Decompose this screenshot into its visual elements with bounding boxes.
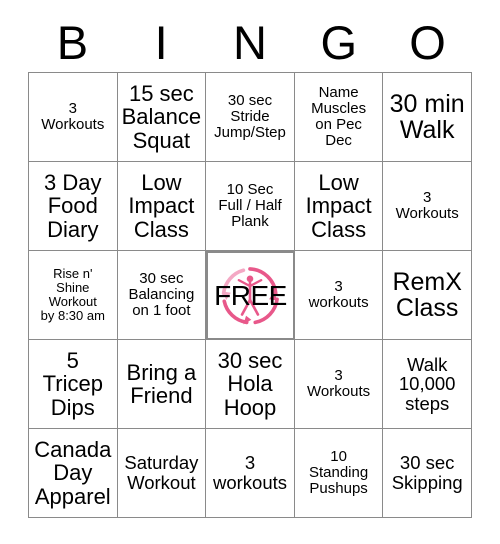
- bingo-cell-text: Canada Day Apparel: [34, 437, 112, 509]
- bingo-cell-r3c1[interactable]: Rise n' Shine Workout by 8:30 am: [29, 251, 118, 340]
- bingo-cell-text: 10 Standing Pushups: [308, 448, 369, 497]
- bingo-cell-r4c2[interactable]: Bring a Friend: [117, 340, 207, 429]
- bingo-cell-text: Name Muscles on Pec Dec: [311, 84, 367, 149]
- bingo-cell-r1c2[interactable]: 15 sec Balance Squat: [117, 73, 207, 162]
- bingo-cell-text: 5 Tricep Dips: [42, 348, 103, 420]
- bingo-free-cell[interactable]: FREE: [206, 251, 295, 340]
- bingo-cell-text: Low Impact Class: [305, 170, 372, 242]
- bingo-cell-text: 30 sec Stride Jump/Step: [214, 92, 286, 141]
- bingo-cell-r4c5[interactable]: Walk 10,000 steps: [383, 340, 472, 429]
- bingo-cell-text: RemX Class: [392, 267, 462, 322]
- bingo-cell-r2c4[interactable]: Low Impact Class: [294, 162, 384, 251]
- bingo-card: B I N G O 3 Workouts 15 sec Balance Squat…: [0, 0, 500, 544]
- bingo-cell-r4c3[interactable]: 30 sec Hola Hoop: [206, 340, 295, 429]
- bingo-cell-r5c5[interactable]: 30 sec Skipping: [383, 429, 472, 518]
- bingo-cell-text: 3 Workouts: [395, 189, 459, 222]
- bingo-cell-r5c4[interactable]: 10 Standing Pushups: [294, 429, 384, 518]
- bingo-cell-r1c1[interactable]: 3 Workouts: [29, 73, 118, 162]
- bingo-header-letter-b: B: [56, 15, 89, 69]
- bingo-cell-text: 3 workouts: [212, 452, 287, 493]
- bingo-cell-r4c1[interactable]: 5 Tricep Dips: [29, 340, 118, 429]
- bingo-grid: 3 Workouts 15 sec Balance Squat 30 sec Str…: [28, 72, 472, 518]
- bingo-cell-r5c1[interactable]: Canada Day Apparel: [29, 429, 118, 518]
- bingo-cell-text: 3 Workouts: [307, 367, 371, 400]
- bingo-cell-text: Low Impact Class: [128, 170, 195, 242]
- bingo-cell-r2c2[interactable]: Low Impact Class: [117, 162, 207, 251]
- bingo-cell-text: 30 sec Balancing on 1 foot: [128, 270, 195, 319]
- bingo-cell-r3c5[interactable]: RemX Class: [383, 251, 472, 340]
- bingo-cell-r2c3[interactable]: 10 Sec Full / Half Plank: [206, 162, 295, 251]
- bingo-cell-r3c4[interactable]: 3 workouts: [294, 251, 384, 340]
- bingo-cell-text: Saturday Workout: [124, 452, 199, 493]
- bingo-cell-text: 15 sec Balance Squat: [121, 81, 202, 153]
- bingo-cell-text: 30 sec Skipping: [391, 452, 463, 493]
- bingo-cell-r3c2[interactable]: 30 sec Balancing on 1 foot: [117, 251, 207, 340]
- bingo-cell-text: Rise n' Shine Workout by 8:30 am: [40, 266, 105, 323]
- bingo-cell-r4c4[interactable]: 3 Workouts: [294, 340, 384, 429]
- bingo-cell-text: 3 Day Food Diary: [44, 170, 102, 242]
- bingo-cell-r1c5[interactable]: 30 min Walk: [383, 73, 472, 162]
- bingo-cell-r1c4[interactable]: Name Muscles on Pec Dec: [294, 73, 384, 162]
- bingo-header-letter-g: G: [320, 15, 358, 69]
- bingo-cell-text: Bring a Friend: [126, 359, 197, 408]
- bingo-cell-text: 30 min Walk: [389, 89, 465, 144]
- bingo-header-letter-i: I: [154, 15, 168, 69]
- bingo-cell-text: 10 Sec Full / Half Plank: [218, 181, 282, 230]
- bingo-cell-r1c3[interactable]: 30 sec Stride Jump/Step: [206, 73, 295, 162]
- bingo-cell-r5c3[interactable]: 3 workouts: [206, 429, 295, 518]
- bingo-header: B I N G O: [28, 12, 472, 72]
- bingo-cell-r5c2[interactable]: Saturday Workout: [117, 429, 207, 518]
- bingo-header-letter-o: O: [409, 15, 446, 69]
- bingo-cell-text: 3 workouts: [308, 278, 369, 311]
- bingo-cell-text: 3 Workouts: [41, 100, 105, 133]
- bingo-cell-r2c1[interactable]: 3 Day Food Diary: [29, 162, 118, 251]
- bingo-cell-text: 30 sec Hola Hoop: [217, 348, 283, 420]
- bingo-free-label: FREE: [214, 279, 287, 311]
- bingo-cell-r2c5[interactable]: 3 Workouts: [383, 162, 472, 251]
- bingo-cell-text: Walk 10,000 steps: [398, 353, 456, 414]
- bingo-header-letter-n: N: [233, 15, 267, 69]
